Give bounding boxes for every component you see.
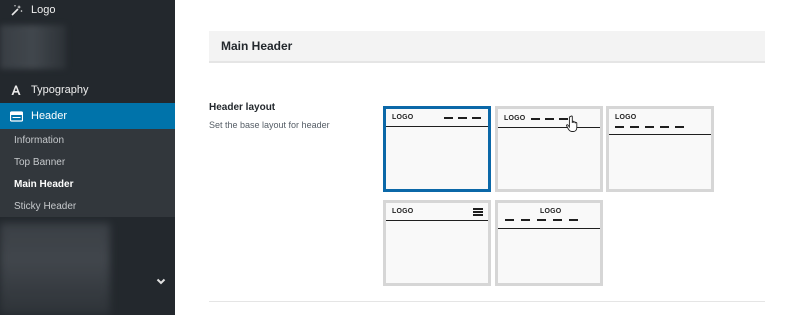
hand-cursor-icon: [565, 115, 580, 133]
sidebar-item-label: Logo: [31, 4, 56, 16]
header-divider: [498, 127, 600, 128]
layout-logo-text: LOGO: [540, 208, 562, 215]
submenu-item-sticky-header[interactable]: Sticky Header: [14, 201, 76, 212]
submenu-item-information[interactable]: Information: [14, 135, 64, 146]
blurred-menu-area: [0, 25, 66, 69]
layout-option-logo-center-nav-below[interactable]: LOGO: [495, 200, 603, 286]
layout-logo-text: LOGO: [392, 208, 414, 215]
sidebar-item-header[interactable]: Header: [0, 103, 175, 129]
layout-option-logo-left-nav-inline[interactable]: LOGO: [495, 106, 603, 192]
field-description: Set the base layout for header: [209, 120, 330, 130]
section-divider: [209, 301, 765, 302]
wand-icon: [9, 3, 23, 17]
layout-logo-text: LOGO: [615, 114, 637, 121]
header-divider: [609, 134, 711, 135]
sidebar-item-typography[interactable]: Typography: [0, 79, 175, 101]
page-title: Main Header: [221, 39, 293, 53]
layout-option-logo-top-nav-below[interactable]: LOGO: [606, 106, 714, 192]
section-header: Main Header: [209, 31, 765, 63]
field-label: Header layout: [209, 102, 276, 113]
sidebar-item-label: Typography: [31, 84, 89, 96]
typography-icon: [9, 83, 23, 97]
layout-option-logo-left-nav-right[interactable]: LOGO: [383, 106, 491, 192]
sidebar-item-label: Header: [31, 110, 68, 122]
sidebar-item-logo[interactable]: Logo: [0, 0, 175, 20]
header-divider: [386, 220, 488, 221]
submenu-item-main-header[interactable]: Main Header: [14, 179, 73, 190]
admin-sidebar: Logo Typography Header Information Top B…: [0, 0, 175, 315]
layout-logo-text: LOGO: [504, 115, 526, 122]
header-submenu: Information Top Banner Main Header Stick…: [0, 129, 175, 217]
header-divider: [498, 228, 600, 229]
header-divider: [386, 126, 488, 127]
hamburger-menu-icon: [473, 208, 483, 216]
blurred-menu-area: [0, 223, 110, 315]
submenu-item-top-banner[interactable]: Top Banner: [14, 157, 65, 168]
chevron-down-icon[interactable]: [154, 274, 168, 288]
layout-logo-text: LOGO: [392, 114, 414, 121]
layout-option-logo-left-hamburger[interactable]: LOGO: [383, 200, 491, 286]
header-icon: [9, 109, 23, 123]
